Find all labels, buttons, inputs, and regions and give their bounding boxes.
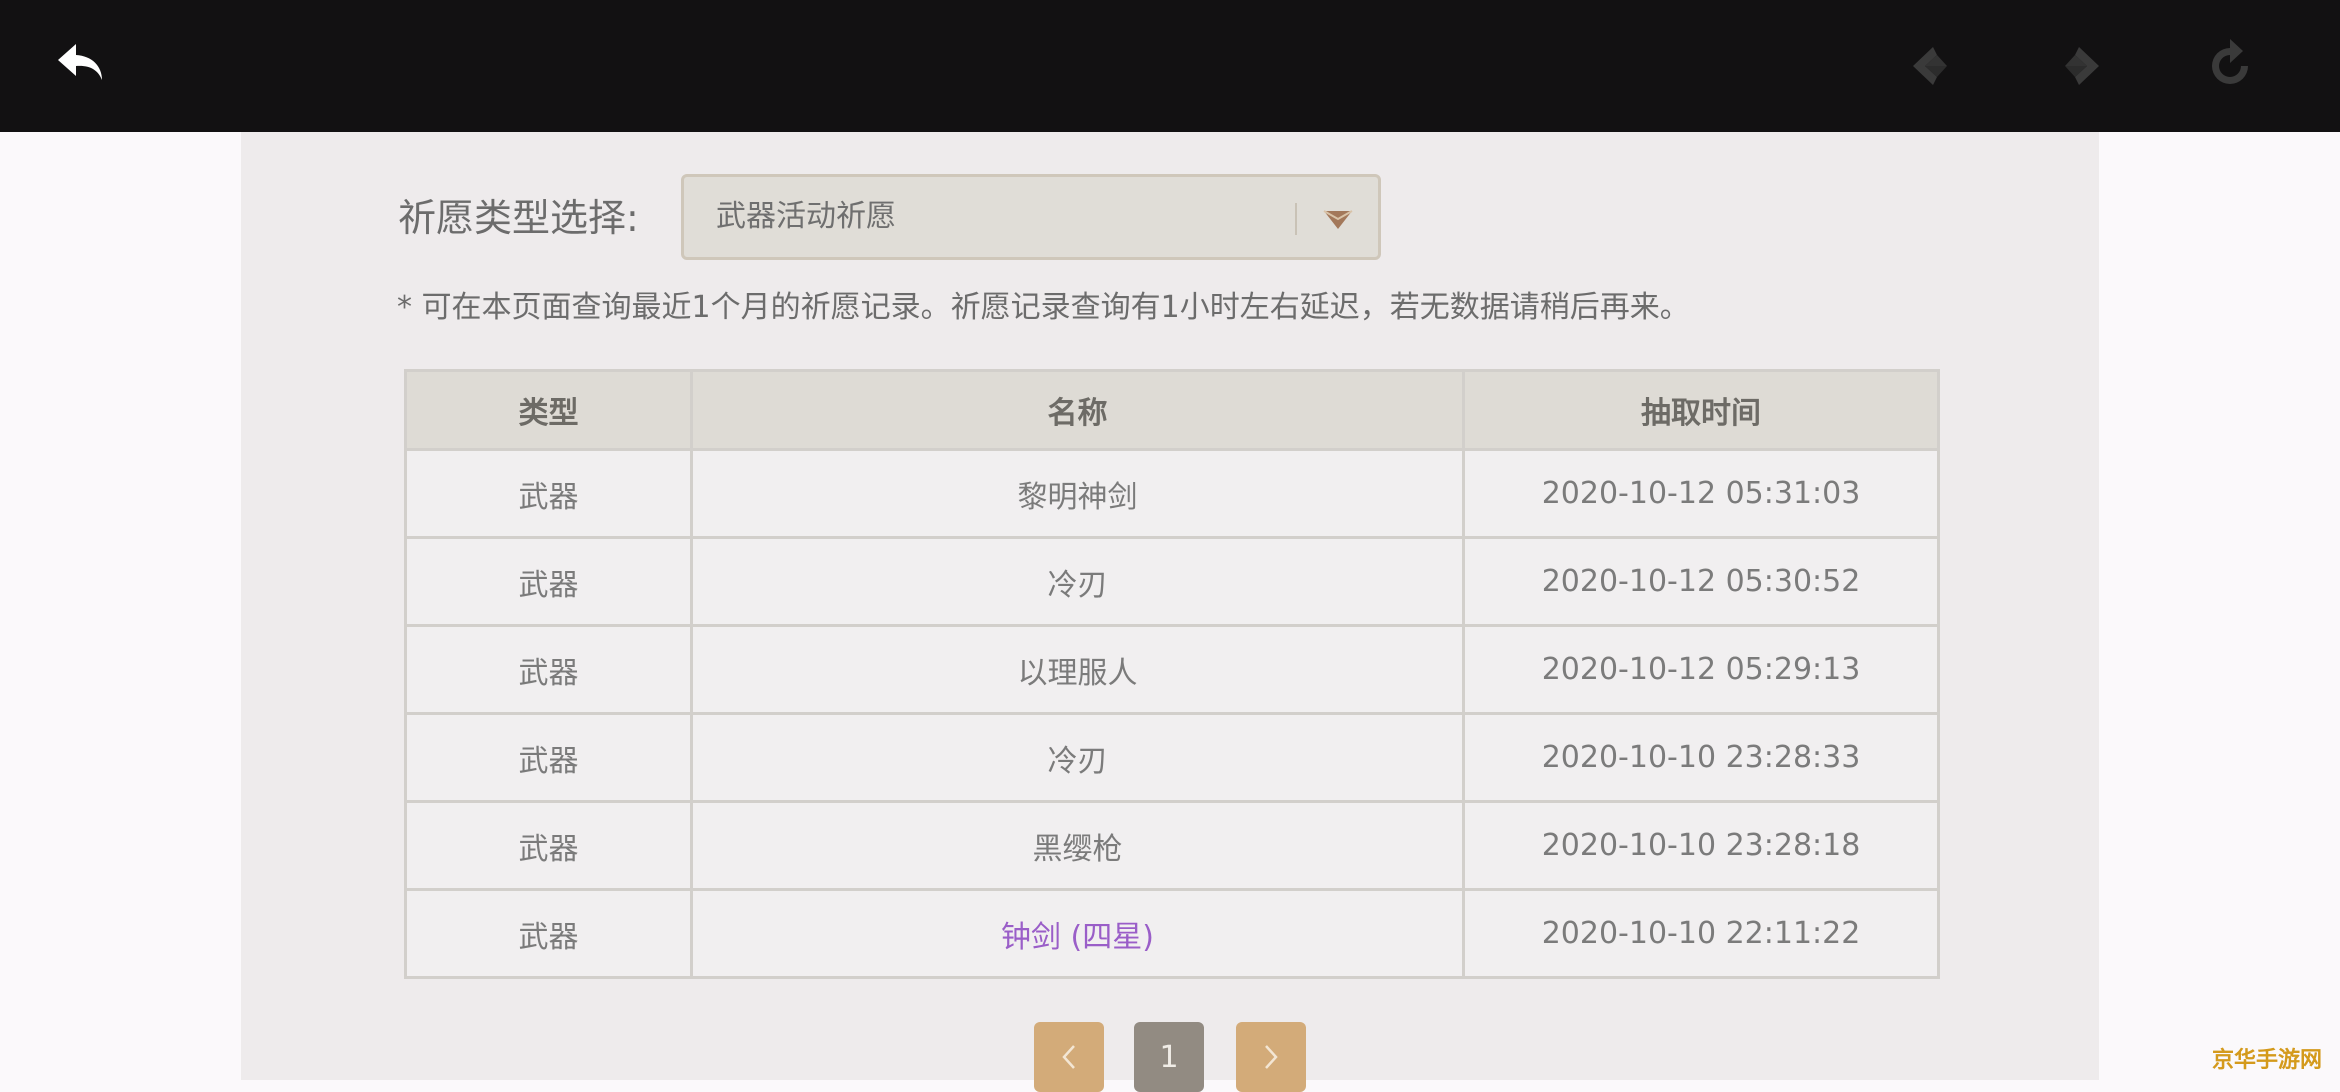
chevron-down-icon [1318, 201, 1358, 237]
table-header-row: 类型 名称 抽取时间 [406, 371, 1939, 450]
cell-type: 武器 [406, 538, 692, 626]
back-arrow-icon[interactable] [46, 30, 118, 102]
cell-time: 2020-10-12 05:31:03 [1464, 450, 1939, 538]
table-row: 武器 以理服人 2020-10-12 05:29:13 [406, 626, 1939, 714]
cell-time: 2020-10-10 23:28:18 [1464, 802, 1939, 890]
table-row: 武器 黎明神剑 2020-10-12 05:31:03 [406, 450, 1939, 538]
wish-type-selected: 武器活动祈愿 [716, 195, 896, 239]
cell-type: 武器 [406, 802, 692, 890]
cell-time: 2020-10-12 05:30:52 [1464, 538, 1939, 626]
dropdown-divider [1295, 203, 1297, 235]
header-type: 类型 [406, 371, 692, 450]
prev-page-button[interactable] [1034, 1022, 1104, 1092]
table-row: 武器 冷刃 2020-10-12 05:30:52 [406, 538, 1939, 626]
table-row: 武器 黑缨枪 2020-10-10 23:28:18 [406, 802, 1939, 890]
cell-name: 以理服人 [692, 626, 1464, 714]
wish-type-label: 祈愿类型选择: [398, 188, 639, 248]
cell-type: 武器 [406, 890, 692, 978]
wish-records-table: 类型 名称 抽取时间 武器 黎明神剑 2020-10-12 05:31:03 武… [404, 369, 1940, 979]
chevron-right-icon [1259, 1042, 1283, 1072]
cell-name: 冷刃 [692, 538, 1464, 626]
cell-name: 黎明神剑 [692, 450, 1464, 538]
cell-name-rare: 钟剑 (四星) [692, 890, 1464, 978]
nav-forward-icon[interactable] [2044, 30, 2116, 102]
nav-back-icon[interactable] [1896, 30, 1968, 102]
cell-name: 黑缨枪 [692, 802, 1464, 890]
top-bar [0, 0, 2340, 132]
cell-type: 武器 [406, 626, 692, 714]
refresh-icon[interactable] [2194, 30, 2266, 102]
notice-text: * 可在本页面查询最近1个月的祈愿记录。祈愿记录查询有1小时左右延迟，若无数据请… [397, 286, 1690, 330]
table-row: 武器 冷刃 2020-10-10 23:28:33 [406, 714, 1939, 802]
wish-type-dropdown[interactable]: 武器活动祈愿 [681, 174, 1381, 260]
next-page-button[interactable] [1236, 1022, 1306, 1092]
chevron-left-icon [1057, 1042, 1081, 1072]
cell-type: 武器 [406, 714, 692, 802]
header-time: 抽取时间 [1464, 371, 1939, 450]
watermark: 京华手游网 [2212, 1042, 2322, 1074]
cell-name: 冷刃 [692, 714, 1464, 802]
cell-time: 2020-10-10 22:11:22 [1464, 890, 1939, 978]
cell-time: 2020-10-12 05:29:13 [1464, 626, 1939, 714]
cell-type: 武器 [406, 450, 692, 538]
table-row: 武器 钟剑 (四星) 2020-10-10 22:11:22 [406, 890, 1939, 978]
cell-time: 2020-10-10 23:28:33 [1464, 714, 1939, 802]
page-1-button[interactable]: 1 [1134, 1022, 1204, 1092]
header-name: 名称 [692, 371, 1464, 450]
